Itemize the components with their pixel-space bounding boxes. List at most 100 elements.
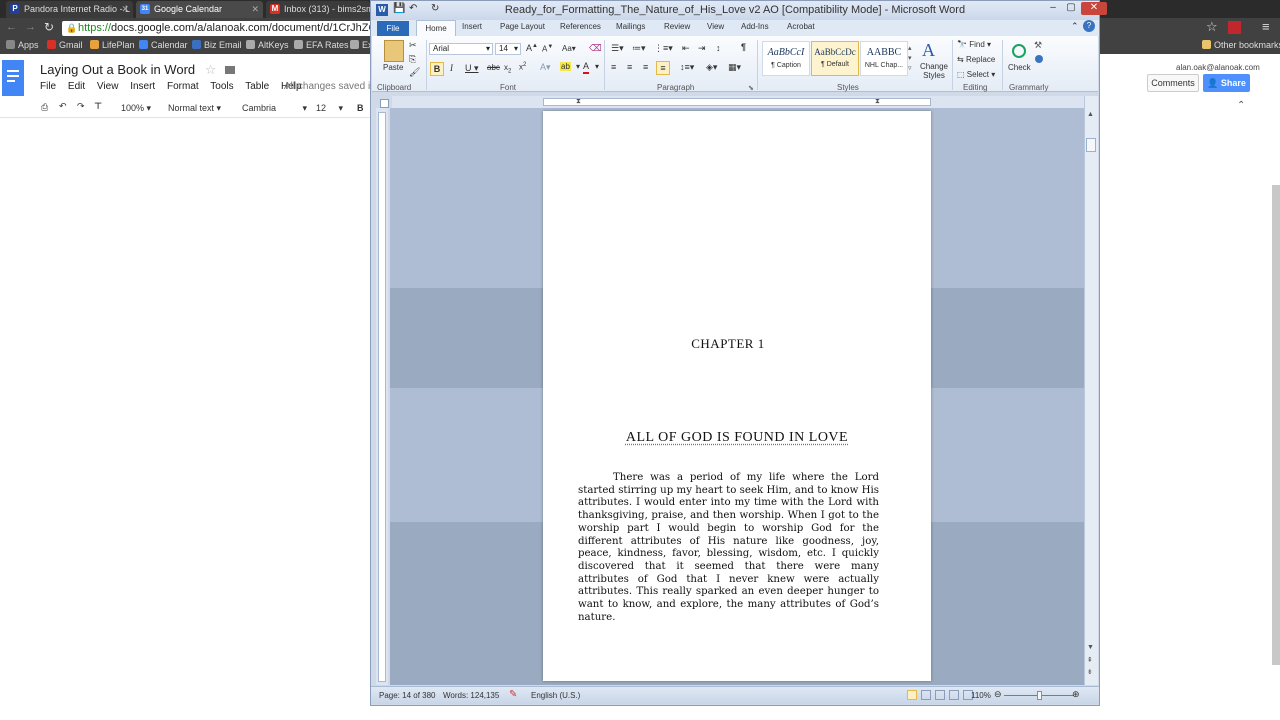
collapse-chevron-icon[interactable]: ⌃: [1237, 100, 1245, 111]
tab-review[interactable]: Review: [664, 22, 690, 31]
justify-icon[interactable]: ≡: [656, 61, 670, 75]
other-bookmarks[interactable]: Other bookmarks: [1202, 40, 1280, 50]
browser-tab-inbox[interactable]: M Inbox (313) - bims2smooth: [266, 1, 370, 18]
tab-page-layout[interactable]: Page Layout: [500, 22, 545, 31]
redo-icon[interactable]: ↷: [77, 101, 85, 112]
tab-add-ins[interactable]: Add-Ins: [741, 22, 769, 31]
style-select[interactable]: Normal text ▾: [168, 103, 221, 114]
tab-references[interactable]: References: [560, 22, 601, 31]
zoom-select[interactable]: 100% ▾: [121, 103, 151, 114]
bookmark-altkeys[interactable]: AltKeys: [246, 40, 289, 50]
clear-formatting-icon[interactable]: ⌫: [589, 43, 602, 54]
highlight-dropdown-icon[interactable]: ▾: [576, 62, 580, 71]
tab-view[interactable]: View: [707, 22, 724, 31]
menu-insert[interactable]: Insert: [130, 81, 155, 92]
reload-icon[interactable]: ↻: [44, 20, 54, 34]
document-title[interactable]: Laying Out a Book in Word ☆: [40, 62, 236, 78]
paragraph-dialog-launcher-icon[interactable]: ⬊: [748, 84, 754, 92]
bookmark-apps[interactable]: Apps: [6, 40, 39, 50]
zoom-level[interactable]: 110%: [971, 691, 991, 700]
menu-icon[interactable]: ≡: [1262, 19, 1270, 34]
share-button[interactable]: 👤 Share: [1203, 74, 1250, 92]
star-icon[interactable]: ☆: [205, 62, 217, 77]
address-bar[interactable]: 🔒 https://docs.google.com/a/alanoak.com/…: [62, 21, 372, 36]
bookmark-lifeplan[interactable]: LifePlan: [90, 40, 135, 50]
zoom-slider-thumb[interactable]: [1037, 691, 1042, 700]
menu-view[interactable]: View: [97, 81, 119, 92]
bold-button[interactable]: B: [430, 62, 444, 76]
italic-button[interactable]: I: [450, 63, 453, 73]
numbering-icon[interactable]: ≔▾: [632, 43, 646, 54]
align-center-icon[interactable]: ≡: [627, 62, 632, 72]
zoom-in-icon[interactable]: ⊕: [1072, 689, 1080, 700]
page-count[interactable]: Page: 14 of 380: [379, 691, 436, 700]
line-spacing-icon[interactable]: ↕≡▾: [680, 62, 694, 73]
tab-mailings[interactable]: Mailings: [616, 22, 645, 31]
font-size-select[interactable]: 12 ▾: [316, 103, 343, 114]
show-paragraph-marks-icon[interactable]: ¶: [741, 42, 746, 52]
zoom-out-icon[interactable]: ⊖: [994, 689, 1002, 700]
star-bookmark-icon[interactable]: ☆: [1206, 19, 1218, 35]
decrease-indent-icon[interactable]: ⇤: [682, 43, 690, 54]
copy-icon[interactable]: ⎘: [409, 54, 416, 65]
change-case-icon[interactable]: Aa▾: [562, 44, 576, 53]
extension-icon[interactable]: [1228, 21, 1241, 34]
maximize-icon[interactable]: ▢: [1063, 2, 1079, 15]
tab-acrobat[interactable]: Acrobat: [787, 22, 815, 31]
scroll-down-icon[interactable]: ▼: [1087, 644, 1094, 651]
style-nhl-chapter[interactable]: AABBC NHL Chap...: [860, 41, 908, 76]
account-email[interactable]: alan.oak@alanoak.com: [1176, 63, 1260, 72]
word-count[interactable]: Words: 124,135: [443, 691, 499, 700]
tab-selector-icon[interactable]: [380, 99, 389, 108]
bookmark-calendar[interactable]: Calendar: [139, 40, 188, 50]
docs-scrollbar[interactable]: [1272, 185, 1280, 665]
menu-table[interactable]: Table: [245, 81, 269, 92]
back-icon[interactable]: ←: [6, 21, 17, 33]
shading-icon[interactable]: ◈▾: [706, 62, 717, 73]
grammarly-check-button[interactable]: Check: [1008, 63, 1031, 72]
vertical-scrollbar[interactable]: [1084, 96, 1098, 685]
browser-tab-pandora[interactable]: P Pandora Internet Radio - L ✕: [6, 1, 133, 18]
menu-format[interactable]: Format: [167, 81, 199, 92]
change-styles-icon[interactable]: A: [922, 40, 935, 61]
grow-font-icon[interactable]: A▲: [526, 43, 538, 53]
tab-file[interactable]: File: [377, 21, 409, 36]
print-layout-view-icon[interactable]: [907, 690, 917, 700]
format-painter-icon[interactable]: 🖌: [409, 67, 420, 78]
browser-tab-google-calendar[interactable]: 31 Google Calendar ✕: [136, 1, 263, 18]
left-indent-marker-icon[interactable]: ⧗: [576, 98, 581, 106]
change-styles-button[interactable]: Change Styles: [919, 62, 949, 80]
font-select[interactable]: Cambria ▾: [242, 103, 307, 114]
scrollbar-thumb[interactable]: [1086, 138, 1096, 152]
grammarly-icon[interactable]: [1012, 44, 1026, 58]
next-page-icon[interactable]: ⇟: [1087, 668, 1093, 676]
print-icon[interactable]: ⎙: [41, 102, 48, 113]
styles-gallery-scroll-icon[interactable]: ▴ ▾ ▿: [908, 44, 912, 74]
menu-tools[interactable]: Tools: [210, 81, 233, 92]
folder-icon[interactable]: [225, 66, 236, 74]
menu-edit[interactable]: Edit: [68, 81, 85, 92]
body-paragraph[interactable]: There was a period of my life where the …: [578, 472, 879, 624]
menu-file[interactable]: File: [40, 81, 56, 92]
highlight-icon[interactable]: ab: [560, 62, 571, 71]
strikethrough-button[interactable]: abc: [487, 63, 500, 72]
previous-page-icon[interactable]: ⇞: [1087, 656, 1093, 664]
language[interactable]: English (U.S.): [531, 691, 580, 700]
grammarly-info-icon[interactable]: [1035, 55, 1043, 63]
text-effects-icon[interactable]: A▾: [540, 62, 551, 73]
bookmark-gmail[interactable]: Gmail: [47, 40, 83, 50]
close-tab-icon[interactable]: ✕: [251, 1, 259, 17]
minimize-icon[interactable]: –: [1045, 2, 1061, 15]
find-button[interactable]: 🔭 Find ▾: [957, 40, 991, 49]
bookmark-biz-email[interactable]: Biz Email: [192, 40, 242, 50]
font-color-icon[interactable]: A: [583, 61, 590, 74]
increase-indent-icon[interactable]: ⇥: [698, 43, 706, 54]
comments-button[interactable]: Comments: [1147, 74, 1199, 92]
scroll-up-icon[interactable]: ▲: [1087, 111, 1094, 118]
docs-logo-icon[interactable]: [2, 60, 24, 96]
align-right-icon[interactable]: ≡: [643, 62, 648, 72]
undo-icon[interactable]: ↶: [59, 101, 67, 112]
style-default[interactable]: AaBbCcDc ¶ Default: [811, 41, 859, 76]
underline-button[interactable]: U ▾: [465, 63, 479, 74]
multilevel-list-icon[interactable]: ⋮≡▾: [654, 43, 673, 54]
